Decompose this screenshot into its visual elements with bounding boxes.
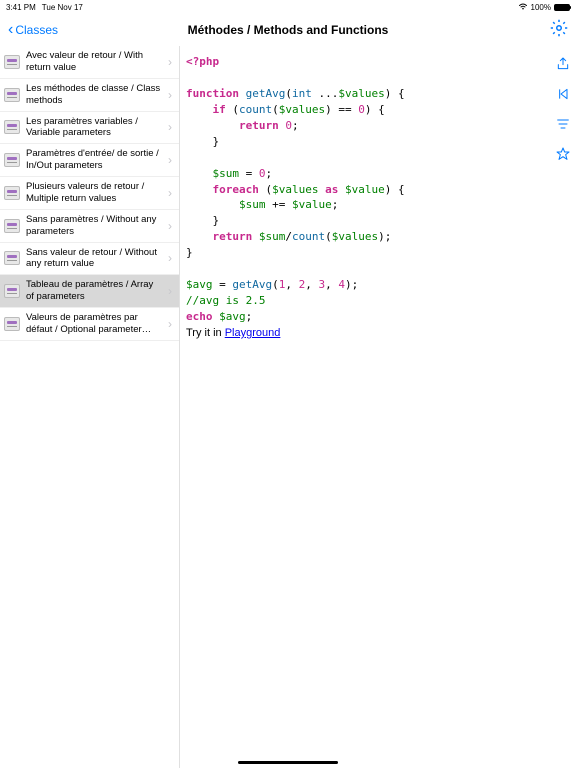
code-token: <?php	[186, 55, 219, 68]
sidebar-item-label: Sans paramètres / Without any parameters	[26, 214, 162, 238]
code-var: $avg	[219, 310, 246, 323]
code-keyword: function	[186, 87, 239, 100]
code-number: 4	[338, 278, 345, 291]
chevron-right-icon: ›	[168, 120, 172, 134]
document-icon	[4, 219, 20, 233]
skip-start-button[interactable]	[555, 86, 571, 102]
playground-link[interactable]: Playground	[225, 327, 281, 339]
sidebar-item[interactable]: Sans paramètres / Without any parameters…	[0, 210, 179, 243]
code-keyword: foreach	[213, 183, 259, 196]
battery-icon	[554, 4, 570, 11]
code-var: $value	[292, 198, 332, 211]
sidebar-item-label: Paramètres d'entrée/ de sortie / In/Out …	[26, 148, 162, 172]
code-keyword: return	[213, 230, 253, 243]
code-var: $avg	[186, 278, 213, 291]
code-function-name: getAvg	[232, 278, 272, 291]
code-function: count	[292, 230, 325, 243]
code-var: $values	[338, 87, 384, 100]
document-icon	[4, 120, 20, 134]
chevron-right-icon: ›	[168, 251, 172, 265]
sidebar-item[interactable]: Paramètres d'entrée/ de sortie / In/Out …	[0, 144, 179, 177]
sidebar-item[interactable]: Les méthodes de classe / Class methods ›	[0, 79, 179, 112]
code-function-name: getAvg	[246, 87, 286, 100]
chevron-left-icon: ‹	[8, 22, 13, 38]
share-button[interactable]	[555, 56, 571, 72]
chevron-right-icon: ›	[168, 55, 172, 69]
page-title: Méthodes / Methods and Functions	[188, 23, 389, 37]
code-var: $sum	[259, 230, 286, 243]
settings-button[interactable]	[550, 24, 568, 41]
try-it-text: Try it in	[186, 327, 225, 339]
code-number: 0	[358, 103, 365, 116]
code-viewer[interactable]: <?php function getAvg(int ...$values) { …	[180, 46, 550, 768]
code-var: $values	[279, 103, 325, 116]
sidebar-item[interactable]: Sans valeur de retour / Without any retu…	[0, 243, 179, 276]
sidebar-item-label: Tableau de paramètres / Array of paramet…	[26, 279, 162, 303]
code-keyword: if	[213, 103, 226, 116]
sidebar-item[interactable]: Valeurs de paramètres par défaut / Optio…	[0, 308, 179, 341]
document-icon	[4, 153, 20, 167]
code-var: $values	[272, 183, 318, 196]
code-var: $value	[345, 183, 385, 196]
document-icon	[4, 55, 20, 69]
status-bar: 3:41 PM Tue Nov 17 100%	[0, 0, 576, 14]
home-indicator[interactable]	[238, 761, 338, 764]
code-keyword: return	[239, 119, 279, 132]
sidebar-item-label: Avec valeur de retour / With return valu…	[26, 50, 162, 74]
favorite-button[interactable]	[555, 146, 571, 162]
battery-percent: 100%	[531, 3, 551, 12]
code-number: 0	[259, 167, 266, 180]
status-time: 3:41 PM	[6, 3, 36, 12]
navigation-bar: ‹ Classes Méthodes / Methods and Functio…	[0, 14, 576, 46]
code-number: 2	[299, 278, 306, 291]
document-icon	[4, 251, 20, 265]
chevron-right-icon: ›	[168, 219, 172, 233]
chevron-right-icon: ›	[168, 284, 172, 298]
status-date: Tue Nov 17	[42, 3, 83, 12]
code-type: int	[292, 87, 312, 100]
document-icon	[4, 88, 20, 102]
document-icon	[4, 186, 20, 200]
document-icon	[4, 284, 20, 298]
sidebar-item-label: Les méthodes de classe / Class methods	[26, 83, 162, 107]
chevron-right-icon: ›	[168, 88, 172, 102]
sidebar-item[interactable]: Tableau de paramètres / Array of paramet…	[0, 275, 179, 308]
chevron-right-icon: ›	[168, 317, 172, 331]
code-number: 3	[319, 278, 326, 291]
chevron-right-icon: ›	[168, 186, 172, 200]
sidebar-item-label: Plusieurs valeurs de retour / Multiple r…	[26, 181, 162, 205]
back-button[interactable]: ‹ Classes	[8, 22, 58, 38]
code-number: 1	[279, 278, 286, 291]
sidebar-item-label: Les paramètres variables / Variable para…	[26, 116, 162, 140]
code-keyword: as	[325, 183, 338, 196]
back-label: Classes	[15, 23, 58, 37]
document-icon	[4, 317, 20, 331]
code-number: 0	[285, 119, 292, 132]
sort-button[interactable]	[555, 116, 571, 132]
code-function: count	[239, 103, 272, 116]
sidebar-item[interactable]: Avec valeur de retour / With return valu…	[0, 46, 179, 79]
code-var: $values	[332, 230, 378, 243]
chevron-right-icon: ›	[168, 153, 172, 167]
sidebar-item[interactable]: Les paramètres variables / Variable para…	[0, 112, 179, 145]
sidebar-item[interactable]: Plusieurs valeurs de retour / Multiple r…	[0, 177, 179, 210]
code-keyword: echo	[186, 310, 213, 323]
sidebar: Avec valeur de retour / With return valu…	[0, 46, 180, 768]
sidebar-item-label: Valeurs de paramètres par défaut / Optio…	[26, 312, 162, 336]
code-var: $sum	[239, 198, 266, 211]
wifi-icon	[518, 2, 528, 12]
code-comment: //avg is 2.5	[186, 294, 265, 307]
sidebar-item-label: Sans valeur de retour / Without any retu…	[26, 247, 162, 271]
code-var: $sum	[213, 167, 240, 180]
right-toolbar	[550, 46, 576, 768]
